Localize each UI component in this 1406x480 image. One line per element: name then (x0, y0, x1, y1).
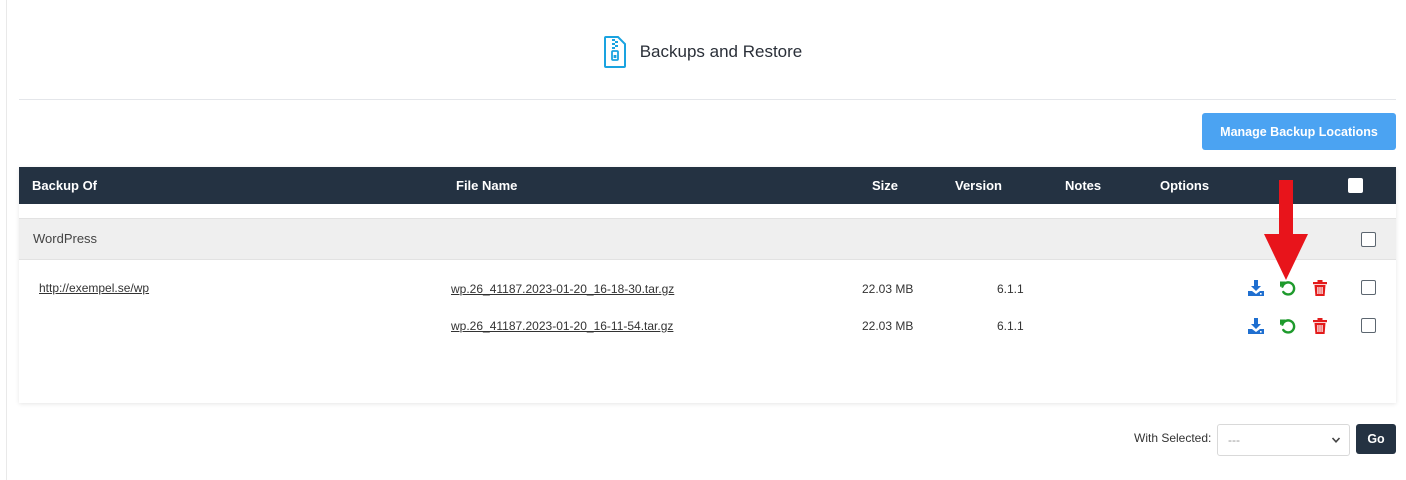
go-button[interactable]: Go (1356, 424, 1396, 454)
page-header: Backups and Restore (0, 34, 1406, 70)
annotation-arrow-icon (1264, 180, 1308, 280)
column-size: Size (872, 178, 899, 193)
row-checkbox[interactable] (1361, 280, 1376, 295)
restore-icon[interactable] (1279, 317, 1297, 335)
site-url-link[interactable]: http://exempel.se/wp (39, 281, 149, 295)
column-notes: Notes (1065, 178, 1102, 193)
zip-file-icon (603, 36, 626, 68)
version: 6.1.1 (997, 282, 1024, 296)
table-header: Backup Of File Name Size Version Notes O… (19, 167, 1396, 204)
column-file-name: File Name (456, 178, 518, 193)
file-name-link[interactable]: wp.26_41187.2023-01-20_16-11-54.tar.gz (451, 319, 673, 333)
group-row: WordPress (19, 218, 1396, 260)
version: 6.1.1 (997, 319, 1024, 333)
page-title: Backups and Restore (639, 42, 803, 61)
select-all-checkbox[interactable] (1348, 178, 1363, 193)
group-checkbox[interactable] (1361, 232, 1376, 247)
backups-table: Backup Of File Name Size Version Notes O… (19, 167, 1396, 403)
left-border (6, 0, 7, 480)
column-version: Version (955, 178, 1002, 193)
download-icon[interactable] (1247, 317, 1265, 335)
header-divider (19, 99, 1396, 100)
trash-icon[interactable] (1311, 279, 1329, 297)
with-selected-label: With Selected: (1134, 431, 1212, 445)
trash-icon[interactable] (1311, 317, 1329, 335)
bulk-action-value: --- (1228, 433, 1240, 447)
column-backup-of: Backup Of (32, 178, 98, 193)
chevron-down-icon (1331, 437, 1341, 443)
row-checkbox[interactable] (1361, 318, 1376, 333)
manage-backup-locations-button[interactable]: Manage Backup Locations (1202, 113, 1396, 150)
file-name-link[interactable]: wp.26_41187.2023-01-20_16-18-30.tar.gz (451, 282, 674, 296)
bulk-action-select[interactable]: --- (1217, 424, 1350, 456)
file-size: 22.03 MB (862, 319, 914, 333)
file-size: 22.03 MB (862, 282, 914, 296)
column-options: Options (1160, 178, 1210, 193)
group-label: WordPress (33, 231, 98, 246)
